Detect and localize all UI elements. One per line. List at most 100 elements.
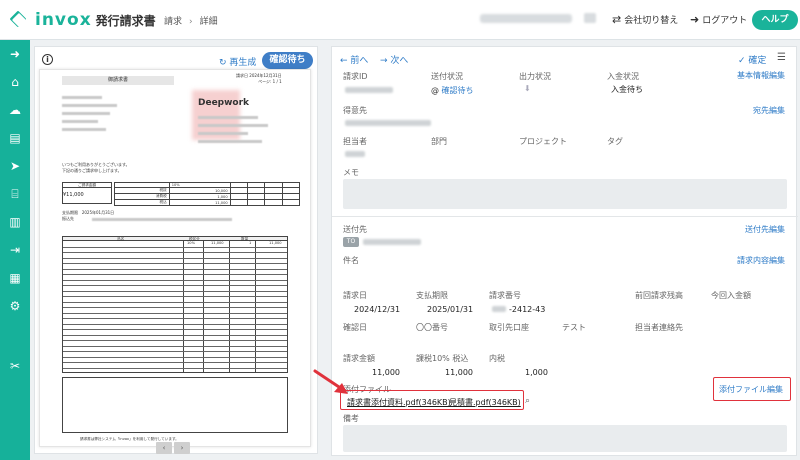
send-status-value[interactable]: @ 確認待ち: [431, 85, 474, 96]
basic-info-edit-link[interactable]: 基本情報編集: [737, 70, 785, 81]
arrow-right-icon: →: [380, 56, 388, 66]
table-row: [63, 307, 287, 308]
arrow-right-circle-icon[interactable]: ➜: [7, 46, 23, 62]
invoice-document[interactable]: 御請求書 請求日 2024年12月31日 ページ: 1 / 1 Deepwork…: [39, 69, 311, 454]
bank-blurred: [92, 218, 232, 221]
label-send-to: 送付先: [343, 225, 367, 234]
invoice-preview-panel: i ↻ 再生成 確認待ち 御請求書 請求日 2024年12月31日 ページ: 1…: [34, 46, 318, 454]
cloud-upload-icon[interactable]: ☁: [7, 102, 23, 118]
attachment-edit-link[interactable]: 添付ファイル編集: [719, 384, 783, 395]
prev-button[interactable]: ← 前へ: [340, 53, 368, 66]
document-icon[interactable]: ▤: [7, 130, 23, 146]
due-date-value: 2025/01/31: [427, 305, 474, 314]
help-button[interactable]: ヘルプ: [752, 10, 798, 30]
amount-value: 11,000: [372, 368, 400, 377]
invox-logo-icon: [8, 9, 30, 31]
payment-status-value: 入金待ち: [611, 85, 643, 94]
building-icon[interactable]: ▥: [7, 214, 23, 230]
table-row: [63, 274, 287, 275]
table-row: [63, 301, 287, 303]
table-row: [63, 351, 287, 352]
breadcrumb-invoice[interactable]: 請求: [164, 17, 182, 27]
prev-page-button[interactable]: ‹: [156, 442, 172, 454]
taxable-value: 11,000: [445, 368, 473, 377]
company-logo-text: Deepwork: [198, 98, 250, 108]
recipient-blurred: [62, 120, 98, 123]
app-logo[interactable]: invox 発行請求書: [8, 9, 156, 31]
label-invoice-id: 請求ID: [343, 72, 368, 81]
company-name-blurred: [480, 14, 572, 23]
user-avatar[interactable]: [584, 13, 596, 23]
recipient-edit-link[interactable]: 宛先編集: [753, 105, 785, 116]
paperclip-icon[interactable]: ⌕: [525, 396, 530, 406]
invoice-number-prefix-blurred: [492, 306, 506, 312]
info-icon[interactable]: i: [42, 54, 53, 65]
memo-field[interactable]: [343, 179, 787, 209]
table-row: [63, 340, 287, 341]
issuer-blurred: [198, 132, 248, 135]
export-icon[interactable]: ⇥: [7, 242, 23, 258]
items-table: 10% 11,000 1 11,000: [62, 241, 288, 373]
table-row: [63, 323, 287, 325]
label-amount: 請求金額: [343, 354, 375, 363]
send-icon[interactable]: ➤: [7, 158, 23, 174]
label-department: 部門: [431, 137, 447, 146]
check-icon: ✓: [738, 56, 746, 66]
recipient-blurred: [62, 104, 117, 107]
table-row: [63, 290, 287, 292]
tool-icon[interactable]: ✂: [7, 358, 23, 374]
bank-icon[interactable]: ⌸: [7, 186, 23, 202]
table-row: [63, 296, 287, 297]
label-this-payment: 今回入金額: [711, 291, 751, 300]
invoice-number-value: -2412-43: [509, 305, 546, 314]
attachment-file-link[interactable]: 見積書.pdf(346KB): [449, 397, 521, 408]
logout-button[interactable]: ➜ ログアウト: [690, 11, 747, 27]
download-icon[interactable]: ⬇: [524, 84, 531, 93]
to-badge: TO: [343, 237, 359, 247]
logout-icon: ➜: [690, 12, 700, 26]
label-project: プロジェクト: [519, 137, 567, 146]
table-row: [63, 252, 287, 253]
table-row: [63, 356, 287, 358]
amount-box: ご請求金額 ¥11,000: [62, 182, 112, 204]
recipient-blurred: [62, 112, 110, 115]
switch-icon: ⇄: [612, 12, 622, 26]
breadcrumb: 請求 › 詳細: [164, 14, 218, 27]
invoice-date-value: 2024/12/31: [354, 305, 401, 314]
doc-title: 御請求書: [62, 76, 174, 85]
menu-icon[interactable]: ☰: [777, 52, 786, 63]
send-to-edit-link[interactable]: 送付先編集: [745, 224, 785, 235]
invoice-id-blurred: [345, 87, 393, 93]
label-invoice-date: 請求日: [343, 291, 367, 300]
status-confirm-wait-button[interactable]: 確認待ち: [262, 52, 313, 69]
attachment-file-link[interactable]: 請求書添付資料.pdf(346KB): [347, 397, 451, 408]
table-row: [63, 334, 287, 336]
tax-table: 10% 税抜 10,000 消費税 1,000 税込 11,000: [114, 182, 301, 206]
next-page-button[interactable]: ›: [174, 442, 190, 454]
label-due-date: 支払期限: [416, 291, 448, 300]
issuer-blurred: [198, 116, 258, 119]
next-button[interactable]: → 次へ: [380, 53, 408, 66]
label-confirm-date: 確認日: [343, 323, 367, 332]
label-memo: メモ: [343, 168, 359, 177]
chevron-right-icon: ›: [189, 17, 193, 27]
label-bank-account: 取引先口座: [489, 323, 529, 332]
table-row: [63, 279, 287, 281]
send-to-email-blurred: [363, 239, 421, 245]
table-row: [63, 312, 287, 314]
home-icon[interactable]: ⌂: [7, 74, 23, 90]
refresh-icon: ↻: [219, 58, 227, 68]
greeting-text: いつもご利用ありがとうございます。 下記の通りご請求申し上げます。: [62, 162, 130, 173]
table-row: [63, 329, 287, 330]
gear-icon[interactable]: ⚙: [7, 298, 23, 314]
annotation-arrow-icon: [313, 369, 348, 394]
content-edit-link[interactable]: 請求内容編集: [737, 255, 785, 266]
switch-company-button[interactable]: ⇄ 会社切り替え: [612, 11, 678, 27]
chart-icon[interactable]: ▦: [7, 270, 23, 286]
issuer-blurred: [198, 124, 268, 127]
table-row: [63, 362, 287, 363]
remarks-field[interactable]: [343, 425, 787, 452]
section-divider: [332, 216, 798, 217]
regenerate-button[interactable]: ↻ 再生成: [219, 55, 256, 68]
confirm-button[interactable]: ✓ 確定: [738, 53, 766, 66]
